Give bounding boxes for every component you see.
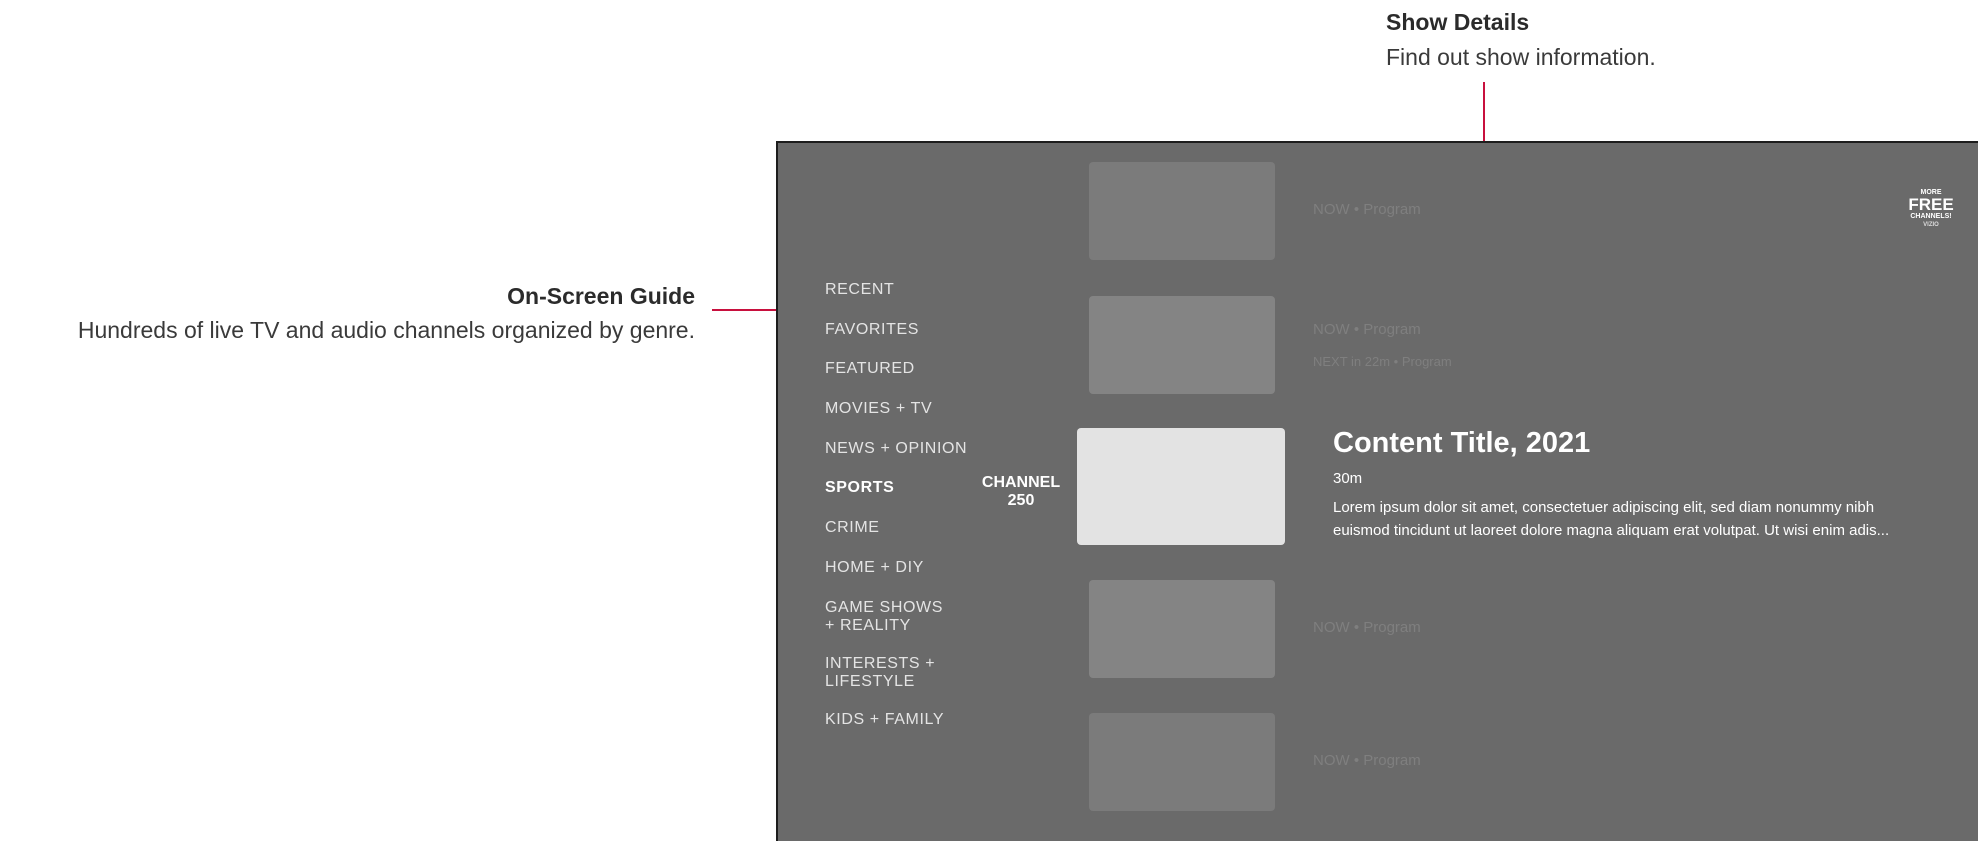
logo-line-free: FREE: [1908, 195, 1954, 214]
program-thumbnail[interactable]: [1089, 713, 1275, 811]
program-thumbnail[interactable]: [1089, 580, 1275, 678]
genre-sports[interactable]: SPORTS: [825, 479, 894, 497]
genre-news-opinion[interactable]: NEWS + OPINION: [825, 440, 967, 458]
content-duration: 30m: [1333, 470, 1363, 487]
program-thumbnail[interactable]: [1089, 296, 1275, 394]
selected-program-thumbnail[interactable]: [1077, 428, 1285, 545]
on-screen-guide-description: Hundreds of live TV and audio channels o…: [77, 317, 695, 343]
content-title: Content Title, 2021: [1333, 427, 1591, 459]
program-now-label: NOW • Program: [1313, 321, 1421, 338]
show-details-description: Find out show information.: [1386, 44, 1656, 70]
program-now-label: NOW • Program: [1313, 619, 1421, 636]
program-thumbnail[interactable]: [1089, 162, 1275, 260]
genre-movies-tv[interactable]: MOVIES + TV: [825, 400, 932, 418]
program-next-label: NEXT in 22m • Program: [1313, 354, 1452, 369]
genre-home-diy[interactable]: HOME + DIY: [825, 559, 924, 577]
genre-game-shows-reality[interactable]: GAME SHOWS + REALITY: [825, 599, 955, 635]
show-details-title: Show Details: [1386, 9, 1530, 35]
program-now-label: NOW • Program: [1313, 201, 1421, 218]
genre-featured[interactable]: FEATURED: [825, 360, 915, 378]
more-free-channels-logo: MORE FREE CHANNELS! VIZIO: [1905, 189, 1957, 228]
logo-line-vizio: VIZIO: [1923, 222, 1939, 228]
genre-interests-lifestyle[interactable]: INTERESTS + LIFESTYLE: [825, 655, 945, 691]
channel-number-label: CHANNEL 250: [981, 474, 1061, 509]
genre-crime[interactable]: CRIME: [825, 519, 880, 537]
program-now-label: NOW • Program: [1313, 752, 1421, 769]
logo-line-channels: CHANNELS!: [1910, 213, 1952, 220]
on-screen-guide-title: On-Screen Guide: [507, 283, 695, 309]
tv-screen: [776, 141, 1978, 841]
genre-recent[interactable]: RECENT: [825, 281, 894, 299]
content-description: Lorem ipsum dolor sit amet, consectetuer…: [1333, 499, 1890, 539]
genre-kids-family[interactable]: KIDS + FAMILY: [825, 711, 944, 729]
genre-favorites[interactable]: FAVORITES: [825, 321, 919, 339]
